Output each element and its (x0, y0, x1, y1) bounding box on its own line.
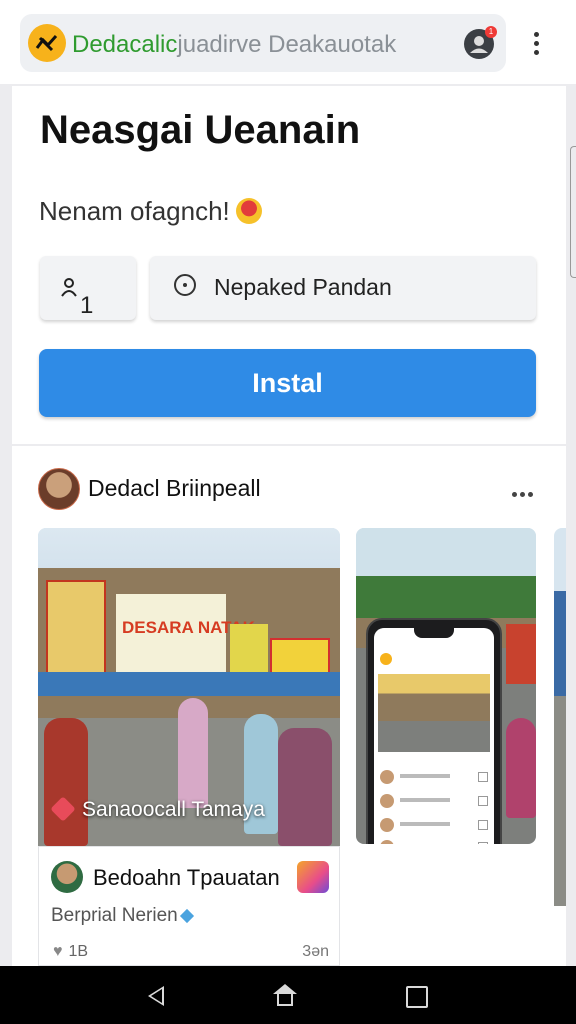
guest-count-number: 1 (80, 292, 94, 319)
post-author[interactable]: Dedacl Briinpeall (88, 475, 261, 502)
address-bar[interactable]: Dedacalicjuadirve Deakauotak 1 (20, 14, 506, 72)
info-subtitle-text: Berprial Nerien (51, 905, 178, 926)
post-time: 3ǝn (302, 943, 329, 960)
clock-icon (174, 274, 196, 296)
tag-icon (50, 796, 76, 822)
more-vert-icon[interactable] (528, 32, 544, 58)
notification-badge: 1 (485, 26, 497, 38)
profile-icon[interactable]: 1 (464, 26, 497, 59)
info-avatar (51, 861, 83, 893)
home-icon[interactable] (273, 984, 297, 1006)
back-icon[interactable] (148, 986, 164, 1006)
phone-list-row (380, 792, 488, 810)
photo-caption-text: Sanaoocall Tamaya (82, 798, 265, 821)
url-domain: Dedacalic (72, 31, 178, 58)
recents-icon[interactable] (406, 986, 428, 1008)
emoji-icon (235, 198, 262, 224)
phone-notch (414, 628, 454, 638)
photo-banner-right (506, 624, 536, 684)
guest-count-field[interactable]: 1 (40, 256, 136, 320)
url-path: juadirve Deakauotak (177, 31, 397, 58)
greeting-label: Nenam ofagnch! (39, 196, 230, 226)
browser-toolbar: Dedacalicjuadirve Deakauotak 1 (0, 0, 576, 84)
post-photo-phone[interactable] (356, 528, 536, 844)
post-info-card[interactable]: Bedoahn Tpauatan Berprial Nerien 1B 3ǝn (38, 846, 340, 966)
person-icon (61, 278, 77, 297)
photo-banner-portrait (46, 580, 106, 674)
photo-awning (38, 672, 340, 696)
install-button[interactable]: Instal (39, 349, 536, 417)
phone-list-row (380, 816, 488, 834)
system-nav-bar (0, 966, 576, 1024)
location-field[interactable]: Nepaked Pandan (150, 256, 536, 320)
verified-icon (179, 908, 194, 924)
location-value: Nepaked Pandan (214, 274, 392, 300)
likes-count: 1B (53, 943, 89, 961)
guest-count-value: 1 (60, 274, 93, 319)
photo-person (506, 718, 536, 818)
info-subtitle: Berprial Nerien (51, 905, 194, 927)
booking-card: Neasgai Ueanain Nenam ofagnch! 1 Nepaked… (12, 86, 566, 444)
logo-icon (28, 24, 66, 62)
phone-list-row (380, 768, 488, 786)
post-photo-next[interactable] (554, 528, 566, 948)
photo-building: DESARA NATAK (38, 568, 340, 718)
photo-caption: Sanaoocall Tamaya (50, 796, 265, 822)
url-text: Dedacalicjuadirve Deakauotak (72, 31, 396, 59)
post-feed: Dedacl Briinpeall DESARA NATAK Sanaoocal… (12, 446, 566, 966)
phone-list-row (380, 838, 488, 844)
scroll-indicator (570, 146, 576, 278)
info-thumbnail (297, 861, 329, 893)
page-title: Neasgai Ueanain (40, 108, 361, 152)
phone-app-header (380, 650, 488, 666)
author-avatar[interactable] (38, 468, 80, 510)
photo-person (278, 728, 332, 846)
greeting-text: Nenam ofagnch! (39, 196, 262, 227)
photo-person (178, 698, 208, 808)
post-photo-market[interactable]: DESARA NATAK Sanaoocall Tamaya (38, 528, 340, 846)
phone-screen (374, 628, 494, 844)
more-horiz-icon[interactable] (512, 484, 536, 502)
info-name: Bedoahn Tpauatan (93, 865, 280, 890)
phone-mockup (366, 618, 502, 844)
phone-app-image (378, 674, 490, 752)
photo-person (44, 718, 88, 846)
